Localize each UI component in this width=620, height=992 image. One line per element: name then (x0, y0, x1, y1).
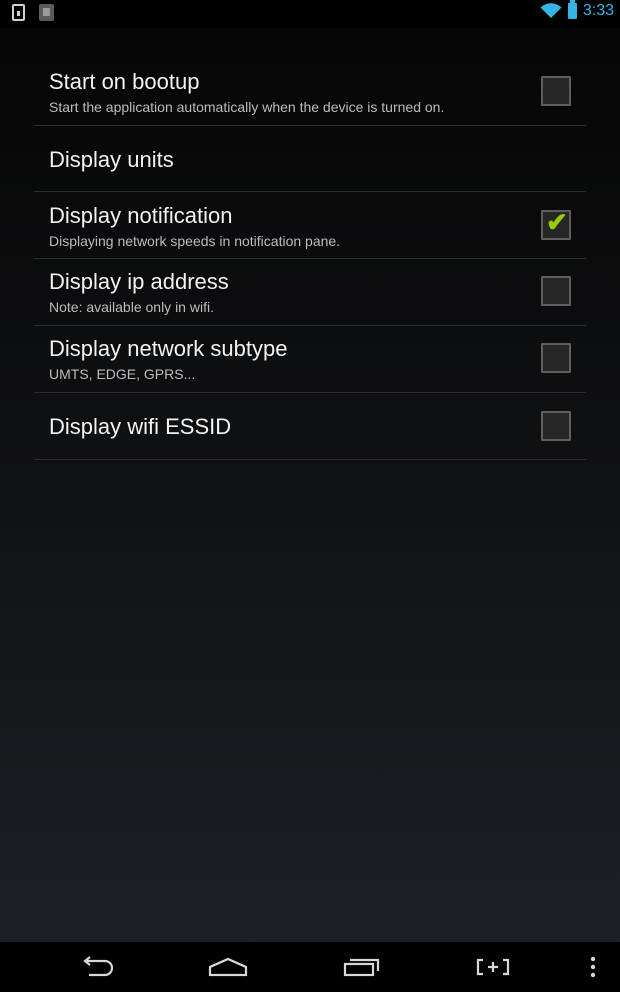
pref-title: Display units (49, 147, 174, 172)
home-icon (208, 957, 248, 977)
home-button[interactable] (203, 950, 253, 984)
pref-title: Display ip address (49, 269, 229, 294)
recents-icon (343, 958, 380, 977)
bootup-checkbox[interactable] (541, 76, 571, 106)
notification-checkbox[interactable]: ✔ (541, 208, 571, 240)
pref-display-notification[interactable]: Display notification Displaying network … (34, 192, 586, 259)
back-button[interactable] (72, 950, 122, 984)
wifi-essid-checkbox[interactable] (541, 411, 571, 441)
status-bar: 3:33 (0, 0, 620, 28)
pref-start-on-bootup[interactable]: Start on bootup Start the application au… (34, 59, 586, 126)
network-subtype-checkbox[interactable] (541, 343, 571, 373)
pref-summary: Displaying network speeds in notificatio… (49, 233, 341, 249)
recents-button[interactable] (336, 950, 386, 984)
pref-title: Display notification (49, 203, 233, 228)
download-icon (39, 4, 54, 21)
screenshot-icon (476, 958, 510, 976)
ip-address-checkbox[interactable] (541, 276, 571, 306)
pref-title: Start on bootup (49, 69, 200, 94)
settings-screen: 3:33 Start on bootup Start the applicati… (0, 0, 620, 992)
back-icon (83, 956, 114, 977)
pref-title: Display wifi ESSID (49, 414, 232, 439)
overflow-menu-icon (590, 956, 596, 978)
screenshot-button[interactable] (468, 950, 518, 984)
pref-display-network-subtype[interactable]: Display network subtype UMTS, EDGE, GPRS… (34, 326, 586, 393)
overflow-menu-button[interactable] (568, 950, 618, 984)
pref-title: Display network subtype (49, 336, 288, 361)
pref-summary: Start the application automatically when… (49, 99, 445, 115)
battery-icon (567, 0, 577, 19)
pref-display-ip-address[interactable]: Display ip address Note: available only … (34, 259, 586, 326)
notification-icon (12, 4, 25, 21)
navigation-bar (0, 942, 620, 992)
pref-summary: Note: available only in wifi. (49, 299, 214, 315)
checkmark-icon: ✔ (546, 208, 568, 238)
clock: 3:33 (582, 2, 614, 19)
pref-display-units[interactable]: Display units (34, 126, 586, 192)
pref-summary: UMTS, EDGE, GPRS... (49, 366, 196, 382)
preference-list: Start on bootup Start the application au… (34, 59, 586, 460)
wifi-icon (540, 3, 562, 18)
pref-display-wifi-essid[interactable]: Display wifi ESSID (34, 393, 586, 460)
